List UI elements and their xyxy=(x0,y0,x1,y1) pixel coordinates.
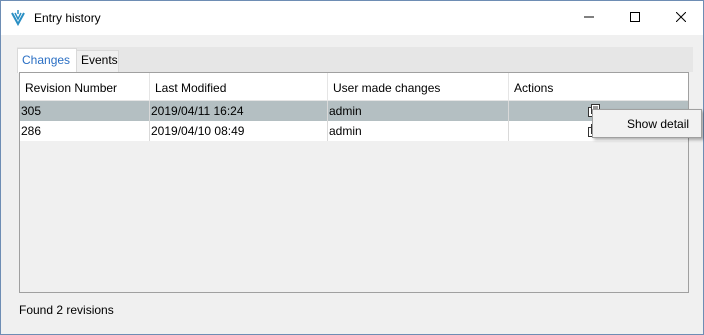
entry-history-window: Entry history Changes Events Revision Nu… xyxy=(0,0,704,335)
user-cell: admin xyxy=(328,101,509,121)
column-header-actions[interactable]: Actions xyxy=(509,73,688,101)
revision-cell: 286 xyxy=(20,121,150,141)
status-text: Found 2 revisions xyxy=(19,303,114,317)
table-header: Revision Number Last Modified User made … xyxy=(20,73,688,101)
maximize-icon xyxy=(630,11,640,25)
close-button[interactable] xyxy=(658,1,704,35)
column-header-revision[interactable]: Revision Number xyxy=(20,73,150,101)
minimize-button[interactable] xyxy=(566,1,612,35)
table-row[interactable]: 286 2019/04/10 08:49 admin xyxy=(20,121,688,141)
app-logo-icon xyxy=(10,10,26,27)
modified-cell: 2019/04/10 08:49 xyxy=(150,121,328,141)
tab-changes[interactable]: Changes xyxy=(17,48,77,73)
window-title: Entry history xyxy=(34,11,101,25)
context-menu: Show detail xyxy=(592,109,702,138)
column-header-last-modified[interactable]: Last Modified xyxy=(150,73,328,101)
close-icon xyxy=(675,11,687,25)
column-header-user[interactable]: User made changes xyxy=(328,73,509,101)
revisions-table: Revision Number Last Modified User made … xyxy=(19,72,689,293)
table-row[interactable]: 305 2019/04/11 16:24 admin xyxy=(20,101,688,121)
menu-item-show-detail[interactable]: Show detail xyxy=(593,110,701,137)
minimize-icon xyxy=(584,11,594,25)
maximize-button[interactable] xyxy=(612,1,658,35)
user-cell: admin xyxy=(328,121,509,141)
revision-cell: 305 xyxy=(20,101,150,121)
modified-cell: 2019/04/11 16:24 xyxy=(150,101,328,121)
tab-events[interactable]: Events xyxy=(77,50,119,72)
title-bar[interactable]: Entry history xyxy=(1,1,703,35)
